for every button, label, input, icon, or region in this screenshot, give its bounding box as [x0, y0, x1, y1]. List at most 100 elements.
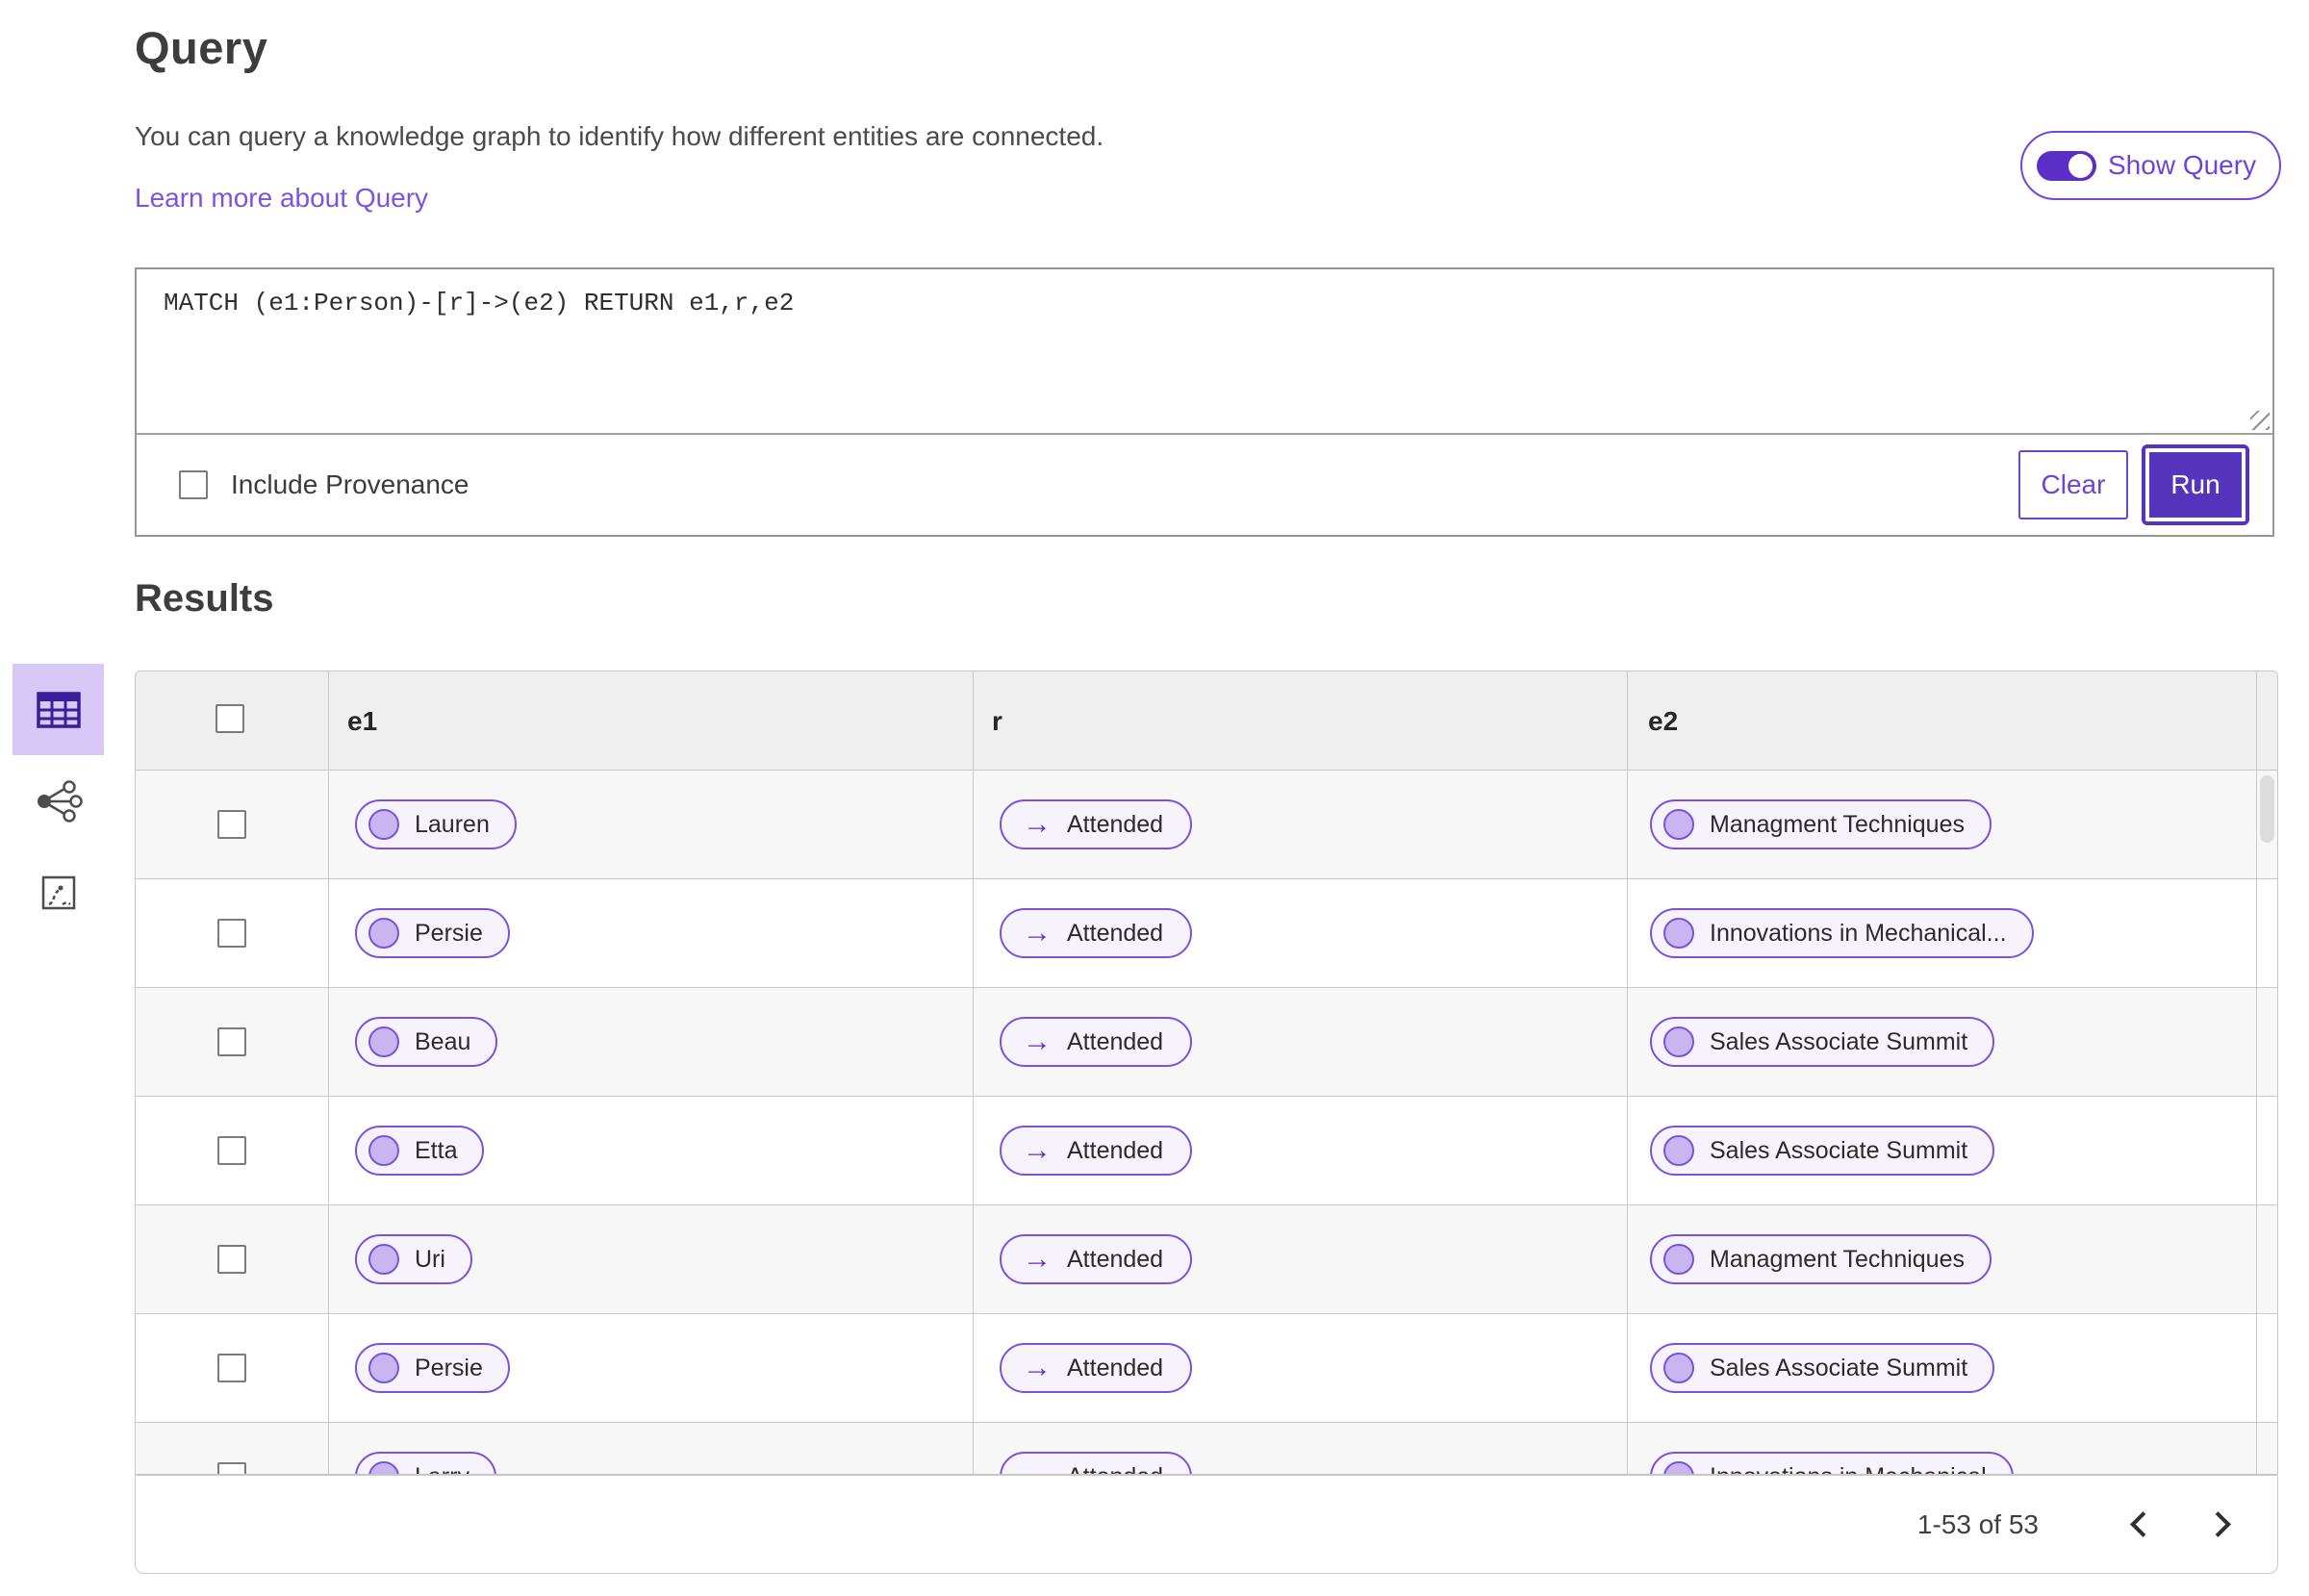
include-provenance-option[interactable]: Include Provenance — [179, 469, 469, 500]
e2-pill-label: Innovations in Mechanical — [1710, 1463, 1987, 1475]
entity-node-icon — [1663, 1353, 1694, 1383]
relation-pill-label: Attended — [1067, 1354, 1164, 1381]
entity-pill-e2[interactable]: Innovations in Mechanical... — [1650, 908, 2034, 958]
relation-pill-label: Attended — [1067, 1027, 1164, 1055]
relation-pill[interactable]: → Attended — [1000, 1343, 1193, 1393]
entity-node-icon — [1663, 1244, 1694, 1275]
table-view-button[interactable] — [13, 664, 104, 755]
row-checkbox[interactable] — [217, 1462, 246, 1474]
query-panel: MATCH (e1:Person)-[r]->(e2) RETURN e1,r,… — [135, 267, 2274, 537]
row-checkbox[interactable] — [217, 1136, 246, 1165]
results-view-switcher — [13, 664, 104, 938]
table-row: Beau → Attended Sales Associate Summit — [136, 988, 2277, 1097]
relation-pill[interactable]: → Attended — [1000, 1126, 1193, 1176]
prev-page-button[interactable] — [2116, 1501, 2164, 1549]
column-header-e2: e2 — [1648, 706, 1679, 736]
entity-pill-e1[interactable]: Larry — [355, 1452, 496, 1475]
e1-pill-label: Uri — [415, 1245, 445, 1273]
entity-pill-e2[interactable]: Managment Techniques — [1650, 1234, 1992, 1284]
entity-node-icon — [1663, 918, 1694, 949]
relation-pill-label: Attended — [1067, 1463, 1163, 1475]
query-input[interactable]: MATCH (e1:Person)-[r]->(e2) RETURN e1,r,… — [137, 269, 2272, 433]
include-provenance-label: Include Provenance — [231, 469, 469, 499]
e2-pill-label: Managment Techniques — [1710, 810, 1965, 838]
toggle-on-icon[interactable] — [2037, 150, 2096, 181]
entity-pill-e1[interactable]: Etta — [355, 1126, 485, 1176]
e1-pill-label: Larry — [415, 1463, 469, 1475]
entity-pill-e2[interactable]: Sales Associate Summit — [1650, 1017, 1995, 1067]
table-row: Etta → Attended Sales Associate Summit — [136, 1097, 2277, 1205]
row-checkbox[interactable] — [217, 919, 246, 948]
page: Query You can query a knowledge graph to… — [0, 0, 2309, 1596]
entity-node-icon — [1663, 1026, 1694, 1057]
column-header-e1: e1 — [347, 706, 378, 736]
entity-pill-e1[interactable]: Lauren — [355, 799, 517, 849]
entity-pill-e2[interactable]: Managment Techniques — [1650, 799, 1992, 849]
pagination-bar: 1-53 of 53 — [135, 1475, 2278, 1574]
row-checkbox[interactable] — [217, 1027, 246, 1056]
include-provenance-checkbox[interactable] — [179, 470, 208, 499]
relation-pill-label: Attended — [1067, 810, 1164, 838]
entity-pill-e1[interactable]: Persie — [355, 1343, 510, 1393]
column-divider — [328, 671, 329, 1474]
relation-pill-label: Attended — [1067, 1245, 1164, 1273]
toggle-knob — [2068, 153, 2093, 178]
row-checkbox[interactable] — [217, 1245, 246, 1274]
network-icon — [37, 779, 83, 823]
clear-button[interactable]: Clear — [2018, 450, 2128, 519]
table-row: Uri → Attended Managment Techniques — [136, 1205, 2277, 1314]
table-scrollbar-thumb[interactable] — [2260, 775, 2274, 843]
relation-pill[interactable]: → Attended — [1000, 1452, 1193, 1475]
arrow-right-icon: → — [1023, 1026, 1052, 1057]
e1-pill-label: Persie — [415, 919, 483, 947]
arrow-right-icon: → — [1023, 1462, 1052, 1475]
e1-pill-label: Persie — [415, 1354, 483, 1381]
table-icon — [36, 691, 81, 728]
arrow-right-icon: → — [1023, 917, 1052, 949]
entity-pill-e1[interactable]: Beau — [355, 1017, 498, 1067]
show-query-toggle[interactable]: Show Query — [2020, 131, 2282, 200]
entity-node-icon — [368, 1353, 399, 1383]
chevron-left-icon — [2129, 1511, 2156, 1537]
entity-pill-e1[interactable]: Persie — [355, 908, 510, 958]
entity-pill-e1[interactable]: Uri — [355, 1234, 472, 1284]
table-row: Persie → Attended Sales Associate Summit — [136, 1314, 2277, 1423]
entity-node-icon — [368, 918, 399, 949]
page-title: Query — [135, 22, 268, 73]
entity-pill-e2[interactable]: Sales Associate Summit — [1650, 1126, 1995, 1176]
query-panel-footer: Include Provenance Clear Run — [137, 435, 2272, 535]
entity-node-icon — [368, 809, 399, 840]
show-query-label: Show Query — [2108, 150, 2257, 180]
run-button[interactable]: Run — [2142, 444, 2249, 525]
column-header-r: r — [992, 706, 1002, 736]
arrow-right-icon: → — [1023, 808, 1052, 840]
next-page-button[interactable] — [2196, 1501, 2245, 1549]
relation-pill-label: Attended — [1067, 1136, 1164, 1164]
row-checkbox[interactable] — [217, 1354, 246, 1382]
fit-view-button[interactable] — [13, 847, 104, 938]
results-title: Results — [135, 577, 274, 620]
entity-node-icon — [1663, 1461, 1694, 1474]
fit-graph-icon — [41, 875, 75, 909]
resize-grip-icon[interactable] — [2250, 411, 2270, 430]
e2-pill-label: Sales Associate Summit — [1710, 1027, 1968, 1055]
row-checkbox[interactable] — [217, 810, 246, 839]
table-body: Lauren → Attended Managment Techniques P… — [136, 771, 2277, 1475]
pagination-range: 1-53 of 53 — [1916, 1508, 2039, 1539]
results-table: e1 r e2 Lauren → Attended Managment Tech… — [135, 671, 2278, 1475]
arrow-right-icon: → — [1023, 1243, 1052, 1275]
entity-pill-e2[interactable]: Sales Associate Summit — [1650, 1343, 1995, 1393]
e1-pill-label: Etta — [415, 1136, 458, 1164]
arrow-right-icon: → — [1023, 1134, 1052, 1166]
table-row: Persie → Attended Innovations in Mechani… — [136, 879, 2277, 988]
select-all-checkbox[interactable] — [216, 704, 244, 733]
entity-pill-e2[interactable]: Innovations in Mechanical — [1650, 1452, 2014, 1475]
relation-pill[interactable]: → Attended — [1000, 1234, 1193, 1284]
learn-more-link[interactable]: Learn more about Query — [135, 183, 428, 214]
relation-pill[interactable]: → Attended — [1000, 908, 1193, 958]
relation-pill[interactable]: → Attended — [1000, 1017, 1193, 1067]
entity-node-icon — [1663, 1135, 1694, 1166]
graph-view-button[interactable] — [13, 755, 104, 847]
relation-pill[interactable]: → Attended — [1000, 799, 1193, 849]
query-editor: MATCH (e1:Person)-[r]->(e2) RETURN e1,r,… — [137, 269, 2272, 435]
